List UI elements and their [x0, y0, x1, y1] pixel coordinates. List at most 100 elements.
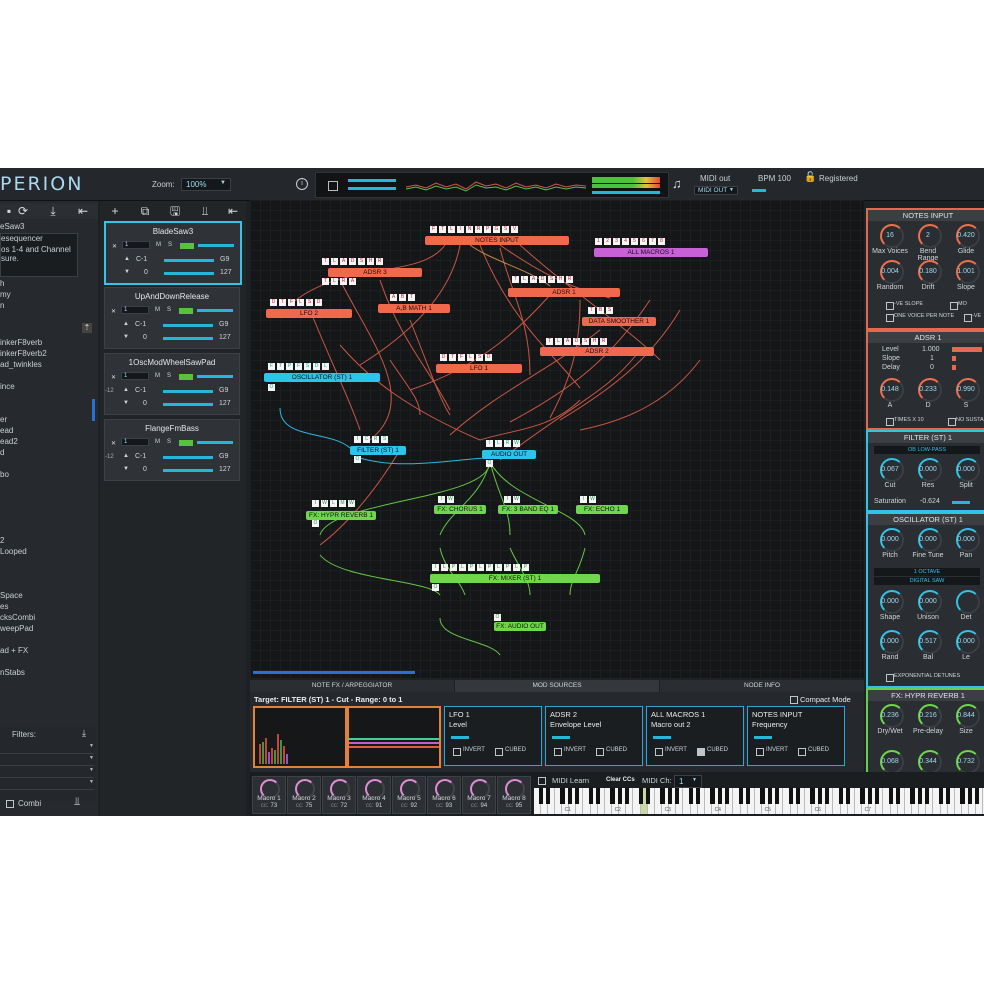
black-key[interactable] [924, 788, 930, 804]
black-key[interactable] [846, 788, 851, 804]
node-ports[interactable]: IW [438, 496, 454, 503]
save-icon[interactable]: 🖫 [166, 204, 184, 218]
arrow-up-icon[interactable]: ▲ [123, 387, 129, 393]
note-range-slider[interactable] [163, 456, 213, 459]
tab-note-fx[interactable]: NOTE FX / ARPEGGIATOR [250, 680, 454, 692]
saturation-value[interactable]: -0.624 [920, 498, 940, 505]
macro-knob[interactable]: Macro 1 cc: 73 [252, 776, 286, 814]
mod-source-card[interactable]: ALL MACROS 1 Macro out 2 INVERT CUBED [646, 706, 744, 766]
list-item[interactable]: ad + FX [0, 645, 96, 656]
node-lfo1[interactable]: LFO 1 [436, 364, 522, 373]
list-item[interactable] [0, 524, 96, 535]
delay-slider[interactable] [952, 365, 956, 370]
black-key[interactable] [917, 788, 922, 804]
black-key[interactable] [574, 788, 580, 804]
list-item[interactable]: d [0, 447, 96, 458]
velocity-range-slider[interactable] [163, 469, 213, 472]
node-ports[interactable]: DTFLSD [270, 299, 322, 306]
node-oscillator[interactable]: OSCILLATOR (ST) 1 [264, 373, 380, 382]
black-key[interactable] [824, 788, 830, 804]
macro-knob[interactable]: Macro 8 cc: 95 [497, 776, 531, 814]
list-item[interactable] [0, 370, 96, 381]
black-key[interactable] [624, 788, 630, 804]
black-key[interactable] [610, 788, 615, 804]
no-sustain-checkbox[interactable] [948, 418, 956, 426]
mod-amount-slider[interactable] [754, 736, 772, 739]
list-item[interactable] [0, 634, 96, 645]
filter-row[interactable]: ▼ [0, 743, 94, 754]
channel-select[interactable]: 1 [121, 438, 149, 446]
list-item[interactable] [0, 392, 96, 403]
note-low[interactable]: C-1 [136, 256, 147, 263]
preset-slot[interactable]: FlangeFmBass ✕ 1 M S -12 ▲ C-1 G9 ▼ 0 127 [104, 419, 240, 481]
tool-icon[interactable]: ⫫ [196, 204, 214, 218]
black-key[interactable] [560, 788, 565, 804]
filters-download-icon[interactable]: ⤓ [82, 728, 86, 739]
filter-row[interactable]: ▼ [0, 767, 94, 778]
node-ports[interactable]: FTPFSDL [268, 363, 329, 370]
node-ports[interactable]: IW [504, 496, 520, 503]
velocity-range-slider[interactable] [163, 403, 213, 406]
cubed-checkbox[interactable] [495, 748, 503, 756]
volume-slider[interactable] [197, 375, 233, 378]
channel-select[interactable]: 1 [121, 372, 149, 380]
black-key[interactable] [974, 788, 980, 804]
list-item[interactable]: es [0, 601, 96, 612]
node-graph[interactable]: NOTES INPUT ALL MACROS 1 ADSR 3 ADSR 1 LFO 2… [250, 200, 864, 680]
list-item[interactable]: cksCombi [0, 612, 96, 623]
velocity-range-slider[interactable] [163, 337, 213, 340]
list-item[interactable] [0, 502, 96, 513]
black-key[interactable] [946, 788, 951, 804]
cubed-checkbox[interactable] [798, 748, 806, 756]
preset-slot[interactable]: 1OscModWheelSawPad ✕ 1 M S -12 ▲ C-1 G9 ▼ 0 127 [104, 353, 240, 415]
octave-select[interactable]: 1 OCTAVE [874, 568, 980, 576]
mute-button[interactable]: M [155, 373, 160, 379]
list-item[interactable]: 2 [0, 535, 96, 546]
master-volume-slider[interactable] [592, 191, 660, 194]
list-item[interactable]: ead2 [0, 436, 96, 447]
list-item[interactable] [0, 491, 96, 502]
remove-slot-icon[interactable]: ✕ [111, 308, 116, 315]
knob[interactable] [956, 590, 980, 614]
waveform-select[interactable]: DIGITAL SAW [874, 577, 980, 585]
volume-slider[interactable] [197, 441, 233, 444]
node-fx-audio-out[interactable]: FX: AUDIO OUT [494, 622, 546, 631]
mono-checkbox[interactable] [950, 302, 958, 310]
slope-slider[interactable] [952, 356, 956, 361]
mute-button[interactable]: M [156, 242, 161, 248]
node-hypr-reverb[interactable]: FX: HYPR REVERB 1 [306, 511, 376, 520]
preset-slot[interactable]: BladeSaw3 ✕ 1 M S ▲ C-1 G9 ▼ 0 127 [104, 221, 242, 285]
node-chorus[interactable]: FX: CHORUS 1 [434, 505, 486, 514]
invert-checkbox[interactable] [554, 748, 562, 756]
black-key[interactable] [646, 788, 651, 804]
mod-amount-slider[interactable] [451, 736, 469, 739]
macro-knob[interactable]: Macro 7 cc: 94 [462, 776, 496, 814]
macro-knob[interactable]: Macro 5 cc: 92 [392, 776, 426, 814]
arrow-down-icon[interactable]: ▼ [123, 466, 129, 472]
scroll-up-icon[interactable]: ⇡ [82, 323, 92, 333]
arrow-up-icon[interactable]: ▲ [123, 453, 129, 459]
volume-slider[interactable] [198, 244, 234, 247]
slope-value[interactable]: 1 [930, 355, 934, 362]
download-icon[interactable]: ⤓ [44, 204, 62, 218]
combi-checkbox[interactable] [6, 800, 14, 808]
node-ports[interactable]: ABT [390, 294, 415, 301]
node-notes-input[interactable]: NOTES INPUT [425, 236, 569, 245]
mute-button[interactable]: M [155, 307, 160, 313]
black-key[interactable] [617, 788, 622, 804]
mod-amount-slider[interactable] [552, 736, 570, 739]
node-ports[interactable]: DTFLSD [440, 354, 492, 361]
black-key[interactable] [638, 788, 644, 804]
list-item[interactable] [0, 557, 96, 568]
list-item[interactable]: ince [0, 381, 96, 392]
black-key[interactable] [967, 788, 972, 804]
delay-value[interactable]: 0 [930, 364, 934, 371]
collapse-left-icon[interactable]: ⇤ [74, 204, 92, 218]
arrow-up-icon[interactable]: ▲ [123, 321, 129, 327]
black-key[interactable] [817, 788, 822, 804]
black-key[interactable] [767, 788, 772, 804]
node-ab-math[interactable]: A,B MATH 1 [378, 304, 450, 313]
remove-slot-icon[interactable]: ✕ [111, 374, 116, 381]
arrow-down-icon[interactable]: ▼ [123, 334, 129, 340]
remove-slot-icon[interactable]: ✕ [111, 440, 116, 447]
